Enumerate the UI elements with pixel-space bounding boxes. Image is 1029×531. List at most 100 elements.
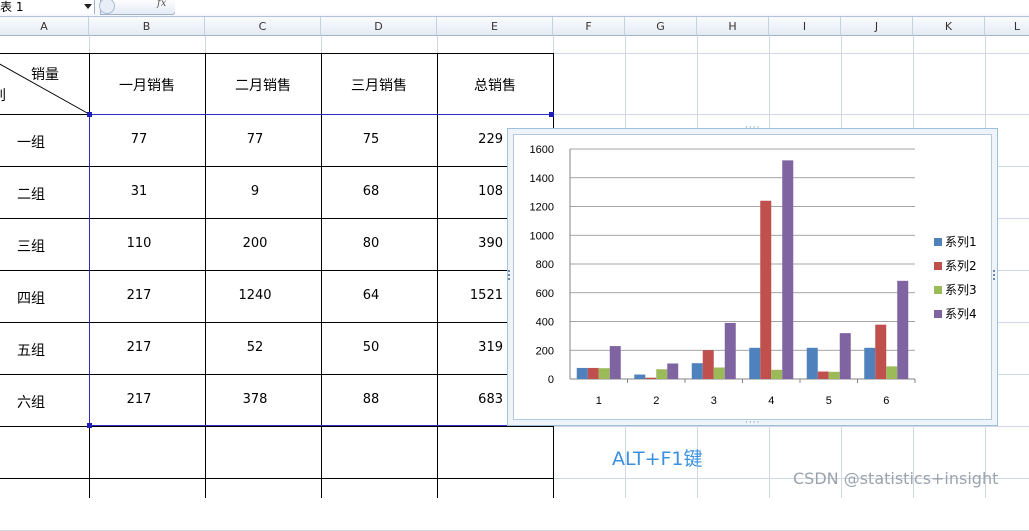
- row-label[interactable]: 三组: [0, 236, 62, 256]
- bar-系列2-1: [587, 367, 599, 379]
- column-title-4[interactable]: 总销售: [437, 75, 553, 95]
- x-tick-label: 5: [826, 395, 832, 407]
- table-cell[interactable]: 110: [81, 236, 197, 251]
- corner-diagonal: [0, 63, 90, 115]
- selection-handle-tr[interactable]: [549, 112, 554, 117]
- bar-系列1-2: [634, 374, 646, 379]
- bar-系列4-2: [667, 363, 679, 379]
- shortcut-annotation: ALT+F1键: [612, 448, 703, 470]
- column-title-1[interactable]: 一月销售: [89, 75, 205, 95]
- table-cell[interactable]: 200: [197, 236, 313, 251]
- formula-input[interactable]: [175, 0, 1029, 14]
- table-cell[interactable]: 50: [313, 340, 429, 355]
- table-cell[interactable]: 229: [437, 132, 503, 147]
- x-tick-label: 2: [653, 395, 659, 407]
- legend-swatch-4: [934, 310, 942, 318]
- name-box[interactable]: 表 1: [0, 0, 95, 14]
- chart-resize-handle-right[interactable]: [993, 270, 996, 282]
- table-cell[interactable]: 217: [81, 340, 197, 355]
- y-tick-label: 800: [536, 259, 554, 271]
- bar-系列2-6: [875, 324, 887, 379]
- table-border-horizontal: [0, 270, 554, 271]
- column-header-a[interactable]: A: [0, 17, 89, 36]
- y-tick-label: 600: [536, 288, 554, 300]
- column-header-c[interactable]: C: [205, 17, 321, 36]
- table-cell[interactable]: 683: [437, 392, 503, 407]
- table-cell[interactable]: 75: [313, 132, 429, 147]
- table-border-vertical: [205, 53, 206, 498]
- chart-resize-handle-left[interactable]: [508, 270, 511, 282]
- table-cell[interactable]: 80: [313, 236, 429, 251]
- table-cell[interactable]: 390: [437, 236, 503, 251]
- selection-bottom: [89, 425, 552, 426]
- bar-系列4-5: [839, 333, 851, 379]
- table-border-horizontal: [0, 426, 554, 427]
- column-header-l[interactable]: L: [985, 17, 1029, 36]
- column-header-k[interactable]: K: [913, 17, 985, 36]
- selection-handle-bl[interactable]: [87, 423, 92, 428]
- chart-resize-handle-top[interactable]: ····: [745, 123, 760, 133]
- bar-系列2-4: [760, 200, 772, 379]
- table-border-horizontal: [0, 374, 554, 375]
- legend-label-4: 系列4: [945, 307, 977, 321]
- x-tick-label: 1: [596, 395, 602, 407]
- bar-系列1-6: [864, 347, 876, 379]
- row-label[interactable]: 五组: [0, 340, 62, 360]
- table-cell[interactable]: 378: [197, 392, 313, 407]
- x-tick-label: 6: [883, 395, 889, 407]
- name-box-dropdown-icon[interactable]: [84, 4, 92, 9]
- selection-left: [89, 114, 90, 426]
- column-header-b[interactable]: B: [89, 17, 205, 36]
- x-tick-label: 4: [768, 395, 774, 407]
- formula-buttons: fx: [99, 0, 176, 15]
- table-cell[interactable]: 108: [437, 184, 503, 199]
- table-cell[interactable]: 1240: [197, 288, 313, 303]
- bar-系列3-4: [771, 369, 783, 379]
- chart-resize-handle-bottom[interactable]: ····: [745, 418, 760, 428]
- table-cell[interactable]: 217: [81, 392, 197, 407]
- chart-svg: 0 200 400 600 800 1000 1200 1400 1600 1 2 3 4 5 6 系列1 系列…: [530, 144, 977, 407]
- table-cell[interactable]: 77: [197, 132, 313, 147]
- legend-swatch-1: [934, 238, 942, 246]
- table-cell[interactable]: 9: [197, 184, 313, 199]
- table-cell[interactable]: 217: [81, 288, 197, 303]
- table-border-horizontal: [0, 218, 554, 219]
- insert-function-button[interactable]: fx: [157, 0, 166, 9]
- table-cell[interactable]: 68: [313, 184, 429, 199]
- column-header-i[interactable]: I: [769, 17, 841, 36]
- legend-label-3: 系列3: [945, 283, 977, 297]
- table-cell[interactable]: 31: [81, 184, 197, 199]
- table-cell[interactable]: 77: [81, 132, 197, 147]
- selection-handle-tl[interactable]: [87, 112, 92, 117]
- x-tick-label: 3: [711, 395, 717, 407]
- column-header-j[interactable]: J: [841, 17, 913, 36]
- bar-系列1-1: [576, 367, 588, 379]
- bar-系列2-5: [817, 371, 829, 379]
- table-cell[interactable]: 64: [313, 288, 429, 303]
- column-title-3[interactable]: 三月销售: [321, 75, 437, 95]
- bar-系列4-4: [782, 160, 794, 379]
- column-header-d[interactable]: D: [321, 17, 437, 36]
- column-title-2[interactable]: 二月销售: [205, 75, 321, 95]
- bar-系列4-3: [724, 322, 736, 379]
- table-cell[interactable]: 319: [437, 340, 503, 355]
- column-header-h[interactable]: H: [697, 17, 769, 36]
- y-tick-label: 1200: [530, 202, 554, 214]
- row-label[interactable]: 一组: [0, 132, 62, 152]
- table-cell[interactable]: 88: [313, 392, 429, 407]
- row-label[interactable]: 四组: [0, 288, 62, 308]
- legend-swatch-3: [934, 286, 942, 294]
- bar-系列3-3: [713, 367, 725, 379]
- column-header-g[interactable]: G: [625, 17, 697, 36]
- legend-label-2: 系列2: [945, 259, 977, 273]
- row-label[interactable]: 二组: [0, 184, 62, 204]
- name-box-value: 表 1: [0, 0, 24, 14]
- column-header-e[interactable]: E: [437, 17, 553, 36]
- cancel-formula-icon[interactable]: [99, 0, 115, 14]
- column-header-f[interactable]: F: [553, 17, 625, 36]
- bar-系列1-5: [806, 347, 818, 379]
- row-label[interactable]: 六组: [0, 392, 62, 412]
- table-cell[interactable]: 52: [197, 340, 313, 355]
- table-cell[interactable]: 1521: [437, 288, 503, 303]
- embedded-chart[interactable]: 0 200 400 600 800 1000 1200 1400 1600 1 2 3 4 5 6 系列1 系列…: [507, 128, 998, 426]
